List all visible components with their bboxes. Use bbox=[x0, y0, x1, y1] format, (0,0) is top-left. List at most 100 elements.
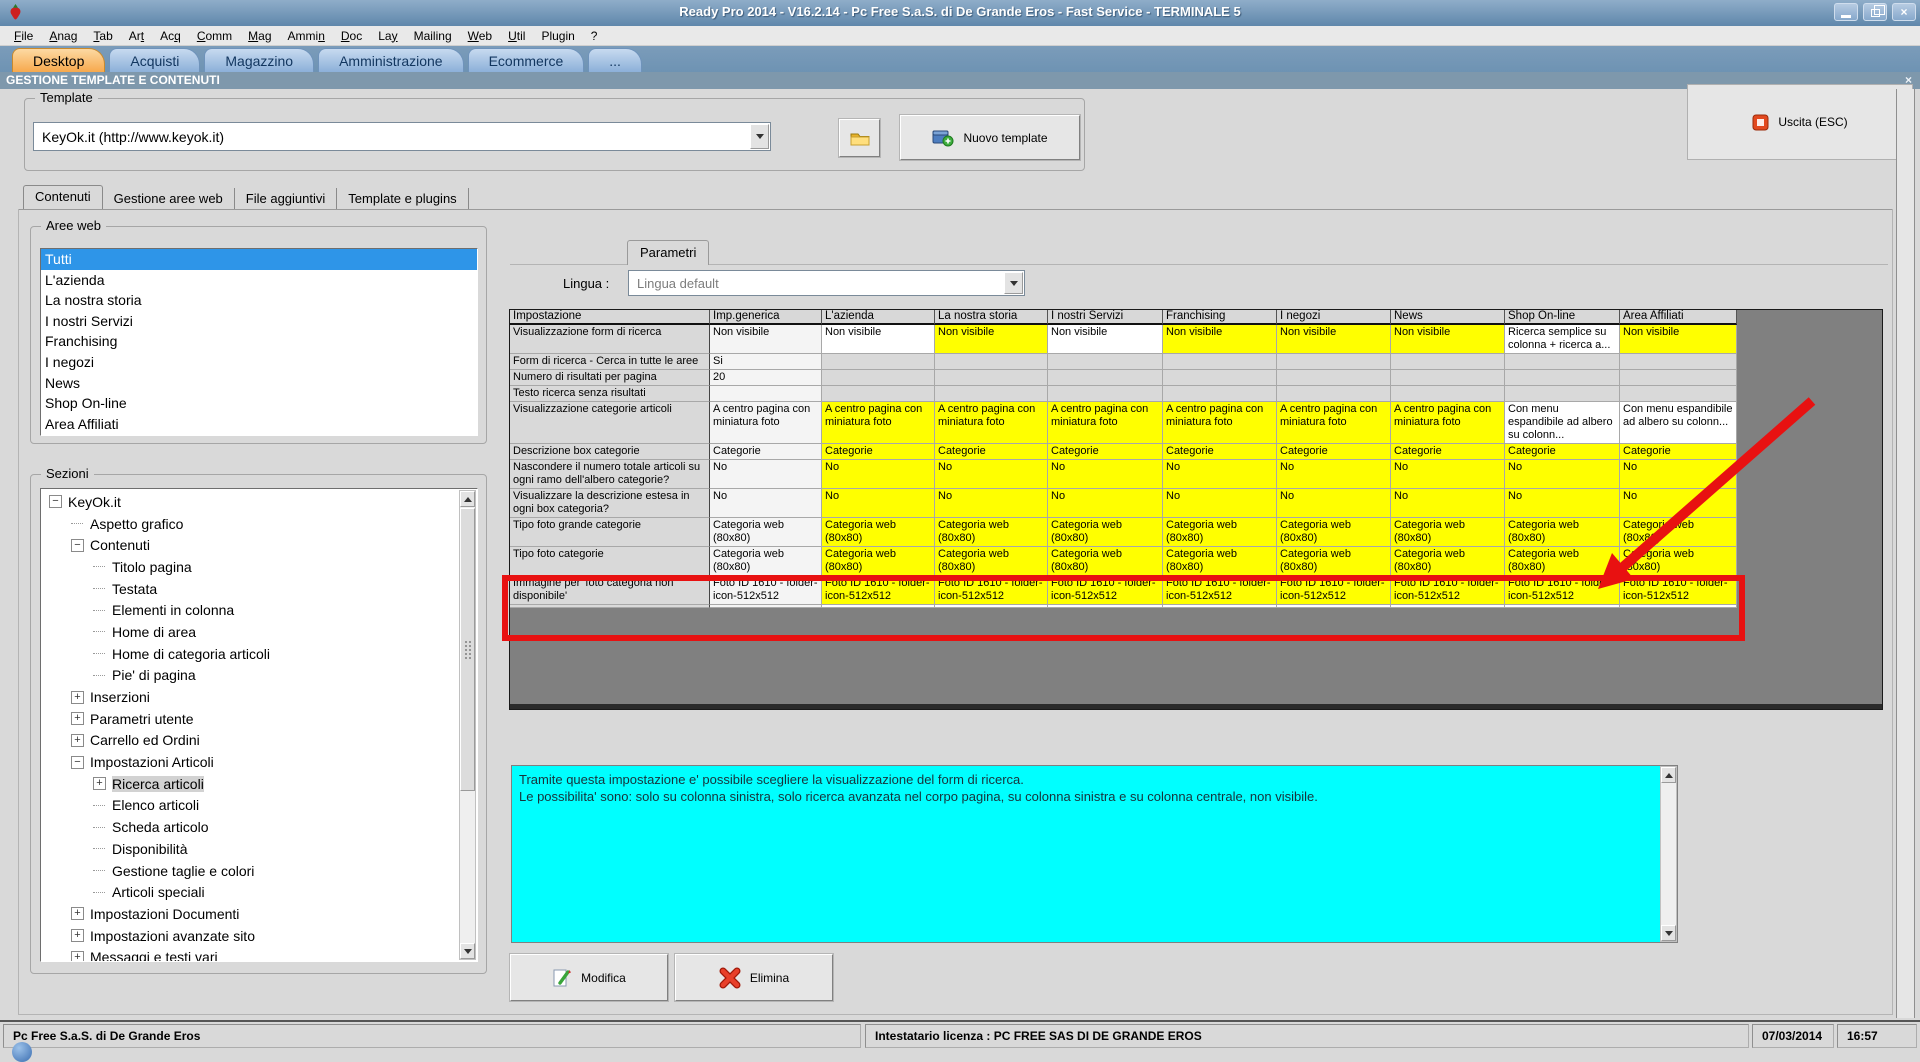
table-column-header-l-azienda[interactable]: L'azienda bbox=[822, 310, 935, 325]
table-cell[interactable] bbox=[1048, 370, 1163, 386]
table-cell[interactable] bbox=[1277, 605, 1391, 608]
table-row-label[interactable]: Testo ricerca senza risultati bbox=[510, 386, 710, 402]
scroll-up-button[interactable] bbox=[1661, 767, 1676, 783]
lingua-combobox[interactable]: Lingua default bbox=[628, 270, 1025, 296]
table-cell[interactable]: Categorie bbox=[1505, 444, 1620, 460]
workspace-tab-magazzino[interactable]: Magazzino bbox=[204, 48, 315, 72]
tree-node-elementi-in-colonna[interactable]: Elementi in colonna bbox=[41, 599, 477, 621]
table-cell[interactable]: A centro pagina con miniatura foto bbox=[710, 402, 822, 444]
table-row-label[interactable]: Nascondere il numero totale articoli su … bbox=[510, 460, 710, 489]
table-cell[interactable]: Categoria web (80x80) bbox=[1048, 547, 1163, 576]
tree-node-home-di-categoria-articoli[interactable]: Home di categoria articoli bbox=[41, 643, 477, 665]
workspace-tab-acquisti[interactable]: Acquisti bbox=[109, 48, 201, 72]
table-cell[interactable]: A centro pagina con miniatura foto bbox=[822, 402, 935, 444]
table-cell[interactable]: No bbox=[1163, 489, 1277, 518]
tree-node-disponibilit[interactable]: Disponibilità bbox=[41, 838, 477, 860]
table-cell[interactable]: Categoria web (80x80) bbox=[1505, 518, 1620, 547]
table-cell[interactable]: No bbox=[1163, 460, 1277, 489]
table-cell[interactable] bbox=[710, 605, 822, 608]
workspace-tab-desktop[interactable]: Desktop bbox=[12, 48, 106, 72]
table-cell[interactable]: A centro pagina con miniatura foto bbox=[935, 402, 1048, 444]
table-column-header-impostazione[interactable]: Impostazione bbox=[510, 310, 710, 325]
menu-item-doc[interactable]: Doc bbox=[333, 29, 370, 43]
menu-item-comm[interactable]: Comm bbox=[189, 29, 240, 43]
table-row-label[interactable]: Tipo foto grande categorie bbox=[510, 518, 710, 547]
scroll-down-button[interactable] bbox=[460, 943, 475, 959]
table-column-header-i-nostri-servizi[interactable]: I nostri Servizi bbox=[1048, 310, 1163, 325]
table-cell[interactable] bbox=[1620, 386, 1737, 402]
table-column-header-i-negozi[interactable]: I negozi bbox=[1277, 310, 1391, 325]
menu-item-tab[interactable]: Tab bbox=[85, 29, 120, 43]
expand-plus-icon[interactable]: + bbox=[71, 690, 84, 704]
table-cell[interactable]: Non visibile bbox=[1391, 325, 1505, 354]
minimize-button[interactable] bbox=[1834, 3, 1858, 21]
tab-contenuti[interactable]: Contenuti bbox=[23, 185, 103, 209]
table-cell[interactable] bbox=[822, 370, 935, 386]
list-item-shop-on-line[interactable]: Shop On-line bbox=[41, 393, 477, 414]
menu-item-ammin[interactable]: Ammin bbox=[280, 29, 333, 43]
table-cell[interactable]: Foto ID 1610 - folder-icon-512x512 bbox=[822, 576, 935, 605]
menu-item-util[interactable]: Util bbox=[500, 29, 533, 43]
tree-node-messaggi-e-testi-vari[interactable]: + Messaggi e testi vari bbox=[41, 946, 477, 961]
tree-node-impostazioni-documenti[interactable]: + Impostazioni Documenti bbox=[41, 903, 477, 925]
tree-node-testata[interactable]: Testata bbox=[41, 578, 477, 600]
table-cell[interactable]: Foto ID 1610 - folder-icon-512x512 bbox=[710, 576, 822, 605]
table-cell[interactable]: Foto ID 1610 - folder-icon-512x512 bbox=[1048, 576, 1163, 605]
menu-item-file[interactable]: File bbox=[6, 29, 41, 43]
table-cell[interactable]: No bbox=[1048, 489, 1163, 518]
expand-plus-icon[interactable]: + bbox=[71, 929, 84, 943]
table-cell[interactable] bbox=[935, 386, 1048, 402]
menu-item-acq[interactable]: Acq bbox=[152, 29, 189, 43]
table-cell[interactable]: No bbox=[1620, 489, 1737, 518]
menu-item-lay[interactable]: Lay bbox=[370, 29, 405, 43]
collapse-minus-icon[interactable]: − bbox=[71, 755, 84, 769]
table-cell[interactable]: Non visibile bbox=[1163, 325, 1277, 354]
tree-node-scheda-articolo[interactable]: Scheda articolo bbox=[41, 816, 477, 838]
table-cell[interactable]: Categoria web (80x80) bbox=[1277, 518, 1391, 547]
table-cell[interactable]: No bbox=[1048, 460, 1163, 489]
tree-node-carrello-ed-ordini[interactable]: + Carrello ed Ordini bbox=[41, 730, 477, 752]
tree-node-inserzioni[interactable]: + Inserzioni bbox=[41, 686, 477, 708]
tree-node-contenuti[interactable]: − Contenuti bbox=[41, 534, 477, 556]
modifica-button[interactable]: Modifica bbox=[510, 954, 668, 1001]
menu-item-anag[interactable]: Anag bbox=[41, 29, 85, 43]
expand-plus-icon[interactable]: + bbox=[93, 777, 106, 791]
workspace-tab-amministrazione[interactable]: Amministrazione bbox=[318, 48, 464, 72]
parametri-table[interactable]: Impostazione Imp.generica L'azienda La nost… bbox=[510, 310, 1737, 608]
scrollbar-thumb[interactable] bbox=[460, 508, 475, 791]
tree-node-titolo-pagina[interactable]: Titolo pagina bbox=[41, 556, 477, 578]
menu-item-plugin[interactable]: Plugin bbox=[533, 29, 582, 43]
table-cell[interactable]: Foto ID 1610 - folder-icon-512x512 bbox=[1163, 576, 1277, 605]
table-cell[interactable]: No bbox=[822, 460, 935, 489]
menu-item-web[interactable]: Web bbox=[460, 29, 500, 43]
table-cell[interactable] bbox=[822, 605, 935, 608]
collapse-minus-icon[interactable]: − bbox=[71, 538, 84, 552]
table-row-label[interactable]: Form di ricerca - Cerca in tutte le aree bbox=[510, 354, 710, 370]
tree-node-ricerca-articoli[interactable]: + Ricerca articoli bbox=[41, 773, 477, 795]
table-cell[interactable]: Categoria web (80x80) bbox=[1048, 518, 1163, 547]
expand-plus-icon[interactable]: + bbox=[71, 907, 84, 921]
expand-plus-icon[interactable]: + bbox=[71, 733, 84, 747]
table-cell[interactable]: No bbox=[1391, 460, 1505, 489]
table-column-header-news[interactable]: News bbox=[1391, 310, 1505, 325]
expand-plus-icon[interactable]: + bbox=[71, 712, 84, 726]
table-cell[interactable]: No bbox=[935, 489, 1048, 518]
table-row-label[interactable]: Visualizzazione categorie articoli bbox=[510, 402, 710, 444]
tab-gestione-aree-web[interactable]: Gestione aree web bbox=[103, 188, 235, 209]
table-cell[interactable]: Categoria web (80x80) bbox=[710, 518, 822, 547]
table-cell[interactable]: Categoria web (80x80) bbox=[935, 518, 1048, 547]
table-cell[interactable]: A centro pagina con miniatura foto bbox=[1048, 402, 1163, 444]
table-cell[interactable]: A centro pagina con miniatura foto bbox=[1391, 402, 1505, 444]
tree-node-impostazioni-avanzate-sito[interactable]: + Impostazioni avanzate sito bbox=[41, 925, 477, 947]
tree-node-pie-di-pagina[interactable]: Pie' di pagina bbox=[41, 665, 477, 687]
sezioni-treeview[interactable]: − KeyOk.it Aspetto grafico − Contenuti Titolo… bbox=[40, 488, 478, 962]
table-cell[interactable]: No bbox=[1505, 460, 1620, 489]
table-cell[interactable]: Categoria web (80x80) bbox=[1620, 547, 1737, 576]
table-cell[interactable] bbox=[1505, 370, 1620, 386]
workspace-tab-item[interactable]: ... bbox=[588, 48, 642, 72]
table-cell[interactable]: No bbox=[1277, 460, 1391, 489]
table-cell[interactable]: No bbox=[710, 489, 822, 518]
collapse-minus-icon[interactable]: − bbox=[49, 495, 62, 509]
table-cell[interactable]: Categorie bbox=[1048, 444, 1163, 460]
table-cell[interactable]: Categorie bbox=[1391, 444, 1505, 460]
